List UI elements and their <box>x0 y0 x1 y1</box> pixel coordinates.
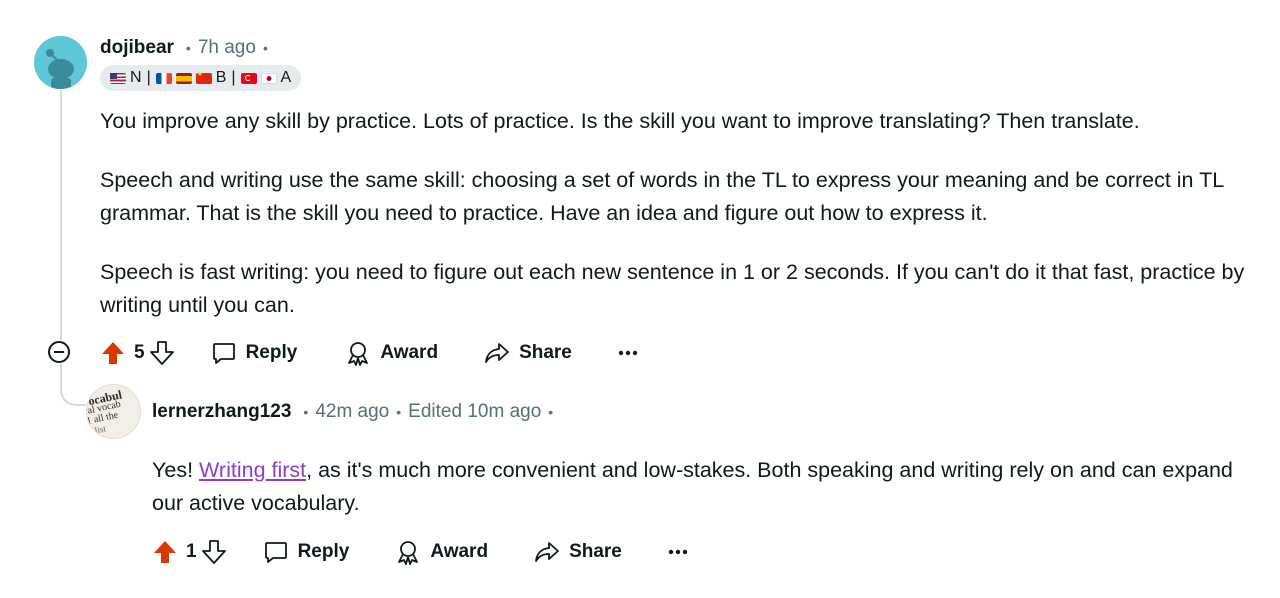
edited-label: Edited 10m ago <box>408 401 542 422</box>
username[interactable]: lernerzhang123 <box>152 401 291 423</box>
flair-text: A <box>280 69 292 86</box>
more-icon <box>668 549 688 555</box>
avatar-dictionary-image: vocabul ral vocab 1 all the a list <box>87 385 140 436</box>
username[interactable]: dojibear <box>100 37 174 59</box>
vote-count: 1 <box>186 541 197 562</box>
comment-actions: 1 Reply Award Share <box>152 532 688 572</box>
share-button[interactable]: Share <box>534 539 622 565</box>
downvote-icon[interactable] <box>149 340 175 366</box>
comment-body: Yes! Writing first, as it's much more co… <box>152 454 1262 520</box>
reply-button[interactable]: Reply <box>211 340 298 366</box>
separator-dot: • <box>262 40 268 56</box>
body-text-segment: , as it's much more convenient and low-s… <box>152 458 1233 515</box>
avatar[interactable]: vocabul ral vocab 1 all the a list <box>86 384 141 439</box>
comment-body: You improve any skill by practice. Lots … <box>100 105 1270 322</box>
jp-flag-icon <box>260 72 277 84</box>
award-label: Award <box>430 541 489 562</box>
reply-label: Reply <box>297 541 350 562</box>
thread-line-main <box>60 90 62 340</box>
share-label: Share <box>519 342 572 363</box>
flair-text: B <box>215 69 227 86</box>
share-label: Share <box>569 541 622 562</box>
flair-separator: | <box>146 69 151 86</box>
es-flag-icon <box>175 72 192 84</box>
us-flag-icon <box>110 72 126 84</box>
separator-dot: • <box>548 404 554 420</box>
comment-meta: lernerzhang123 • 42m ago • Edited 10m ag… <box>152 401 560 423</box>
share-icon <box>484 340 510 366</box>
reply-button[interactable]: Reply <box>263 539 350 565</box>
share-icon <box>534 539 560 565</box>
vote-controls: 1 <box>152 539 227 565</box>
comment-icon <box>263 539 289 565</box>
downvote-icon[interactable] <box>201 539 227 565</box>
thread-line-curve <box>60 380 86 406</box>
collapse-button[interactable] <box>48 341 70 363</box>
award-icon <box>345 340 371 366</box>
separator-dot: • <box>185 40 191 56</box>
comment-paragraph: Yes! Writing first, as it's much more co… <box>152 454 1262 520</box>
more-options-button[interactable] <box>668 549 688 555</box>
comment-paragraph: Speech is fast writing: you need to figu… <box>100 260 1245 317</box>
award-icon <box>395 539 421 565</box>
award-button[interactable]: Award <box>395 539 488 565</box>
comment-meta: dojibear • 7h ago • <box>100 37 275 59</box>
comment-actions: 5 Reply Award Share <box>100 333 638 373</box>
share-button[interactable]: Share <box>484 340 572 366</box>
award-label: Award <box>380 342 439 363</box>
comment-paragraph: Speech and writing use the same skill: c… <box>100 168 1224 225</box>
award-button[interactable]: Award <box>345 340 438 366</box>
flair-text: N <box>130 69 142 86</box>
reply-label: Reply <box>245 342 298 363</box>
flair-separator: | <box>231 69 236 86</box>
separator-dot: • <box>303 404 309 420</box>
fr-flag-icon <box>155 72 172 84</box>
upvote-icon[interactable] <box>100 340 126 366</box>
timestamp[interactable]: 42m ago <box>315 401 389 423</box>
cn-flag-icon: ★ <box>195 71 212 84</box>
more-options-button[interactable] <box>618 350 638 356</box>
tr-flag-icon <box>240 72 257 84</box>
upvote-icon[interactable] <box>152 539 178 565</box>
comment-paragraph: You improve any skill by practice. Lots … <box>100 109 1140 133</box>
comment-icon <box>211 340 237 366</box>
body-text-segment: Yes! <box>152 458 200 482</box>
timestamp[interactable]: 7h ago <box>198 37 256 59</box>
vote-controls: 5 <box>100 340 175 366</box>
user-flair: N | ★ B | A <box>100 65 302 91</box>
separator-dot: • <box>396 404 402 420</box>
more-icon <box>618 350 638 356</box>
vote-count: 5 <box>134 342 145 363</box>
avatar[interactable] <box>34 36 87 89</box>
snoo-icon <box>34 36 87 89</box>
writing-first-link[interactable]: Writing first <box>199 458 306 482</box>
